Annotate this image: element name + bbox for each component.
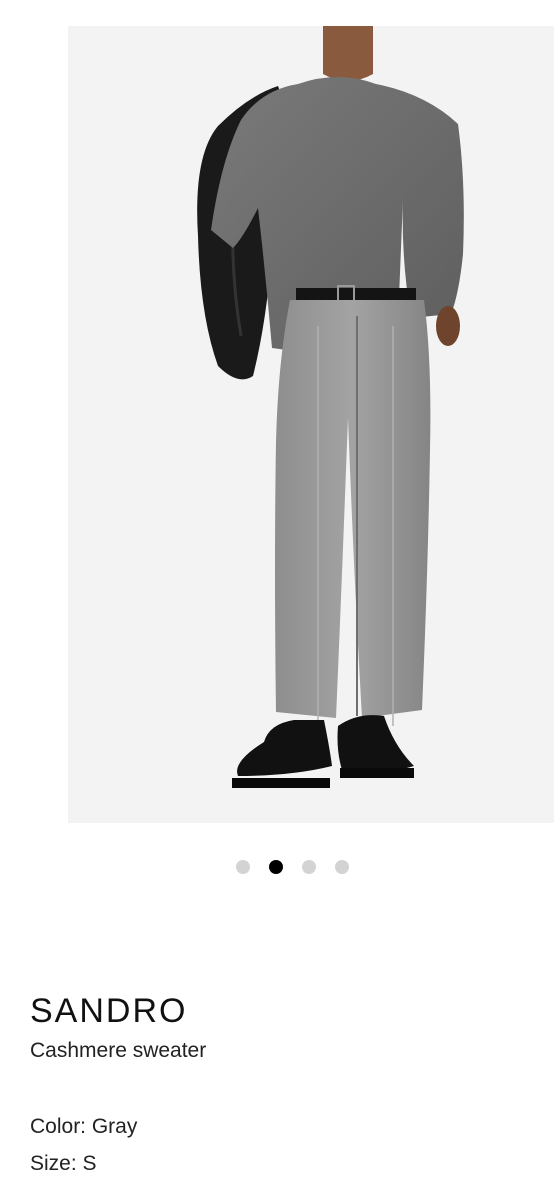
brand-name[interactable]: SANDRO (30, 992, 187, 1030)
product-color: Color: Gray (30, 1115, 138, 1138)
product-size: Size: S (30, 1152, 97, 1175)
carousel-pagination (0, 860, 554, 874)
carousel-dot-2-active[interactable] (268, 860, 283, 874)
carousel-dot-1[interactable] (235, 860, 250, 874)
carousel-dot-3[interactable] (301, 860, 316, 874)
product-photo-illustration (68, 26, 554, 823)
product-image[interactable] (68, 26, 554, 823)
product-name: Cashmere sweater (30, 1039, 207, 1062)
carousel-dot-4[interactable] (334, 860, 349, 874)
